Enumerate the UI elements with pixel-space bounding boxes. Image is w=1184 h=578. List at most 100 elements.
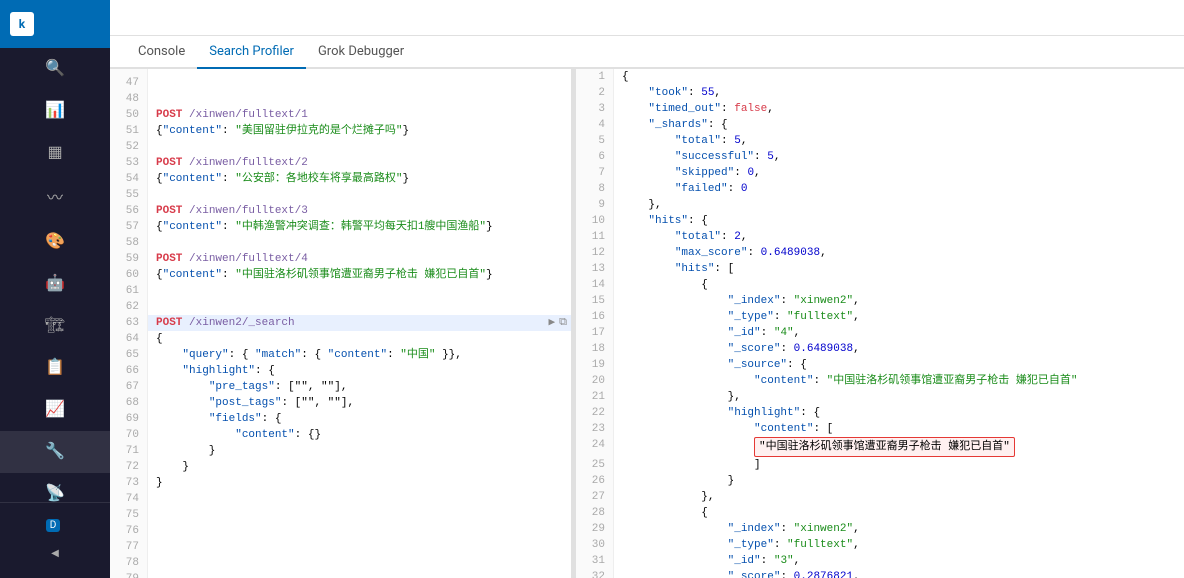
right-line-21: 21 }, [576,389,1184,405]
line-text: "_id": "3", [614,553,1184,569]
tab-search-profiler[interactable]: Search Profiler [197,36,306,69]
line-number: 67 [110,379,148,395]
sidebar-item-dev-tools[interactable]: 🔧 [0,431,110,473]
line-number: 50 [110,107,148,123]
line-number: 24 [576,437,614,457]
sidebar-nav: 🔍 📊 ▦ 〰 🎨 🤖 🏗 📋 [0,48,110,502]
line-text [148,139,567,155]
left-line-47: 47 [110,75,571,91]
line-text: POST /xinwen/fulltext/2 [148,155,567,171]
right-line-26: 26 } [576,473,1184,489]
left-line-75: 75 [110,507,571,523]
line-number: 68 [110,395,148,411]
left-line-63: 63POST /xinwen2/_search▶⧉ [110,315,571,331]
line-number: 71 [110,443,148,459]
copy-icon[interactable]: ⧉ [559,315,567,331]
visualize-icon: 📊 [45,100,65,119]
right-line-23: 23 "content": [ [576,421,1184,437]
line-text: POST /xinwen/fulltext/1 [148,107,567,123]
line-number: 18 [576,341,614,357]
line-number: 4 [576,117,614,133]
topbar [110,0,1184,36]
sidebar-item-dashboard[interactable]: ▦ [0,132,110,174]
line-text [148,283,567,299]
left-panel: 43 }44 }45}46474850POST /xinwen/fulltext… [110,69,572,578]
right-line-13: 13 "hits": [ [576,261,1184,277]
line-text: }, [614,197,1184,213]
sidebar-default-space[interactable]: D [0,511,110,540]
left-line-53: 53POST /xinwen/fulltext/2 [110,155,571,171]
line-text: {"content": "中国驻洛杉矶领事馆遭亚裔男子枪击 嫌犯已自首"} [148,267,567,283]
sidebar-item-discover[interactable]: 🔍 [0,48,110,90]
sidebar-item-timelion[interactable]: 〰 [0,174,110,221]
line-text: "total": 5, [614,133,1184,149]
line-text: "_score": 0.2876821, [614,569,1184,578]
line-number: 48 [110,91,148,107]
line-text [148,187,567,203]
right-line-8: 8 "failed": 0 [576,181,1184,197]
right-line-11: 11 "total": 2, [576,229,1184,245]
right-line-30: 30 "_type": "fulltext", [576,537,1184,553]
line-text: "timed_out": false, [614,101,1184,117]
line-number: 58 [110,235,148,251]
sidebar-item-visualize[interactable]: 📊 [0,90,110,132]
sidebar-logo[interactable]: k [0,0,110,48]
line-text: {"content": "中韩渔警冲突调查：韩警平均每天扣1艘中国渔船"} [148,219,567,235]
line-number: 3 [576,101,614,117]
right-line-31: 31 "_id": "3", [576,553,1184,569]
left-line-78: 78 [110,555,571,571]
right-line-22: 22 "highlight": { [576,405,1184,421]
line-number: 54 [110,171,148,187]
query-editor[interactable]: 43 }44 }45}46474850POST /xinwen/fulltext… [110,69,571,578]
line-text: { [148,331,567,347]
line-number: 1 [576,69,614,85]
tab-grok-debugger[interactable]: Grok Debugger [306,36,416,69]
line-number: 15 [576,293,614,309]
line-text: {"content": "公安部：各地校车将享最高路权"} [148,171,567,187]
line-number: 14 [576,277,614,293]
line-text: "中国驻洛杉矶领事馆遭亚裔男子枪击 嫌犯已自首" [614,437,1184,457]
sidebar-item-apm[interactable]: 📈 [0,389,110,431]
left-line-61: 61 [110,283,571,299]
line-number: 78 [110,555,148,571]
line-number: 29 [576,521,614,537]
line-number: 52 [110,139,148,155]
right-line-18: 18 "_score": 0.6489038, [576,341,1184,357]
right-panel: 1{2 "took": 55,3 "timed_out": false,4 "_… [576,69,1184,578]
left-line-59: 59POST /xinwen/fulltext/4 [110,251,571,267]
sidebar-collapse-button[interactable]: ◀ [0,540,110,570]
line-number: 66 [110,363,148,379]
line-number: 19 [576,357,614,373]
line-text: { [614,505,1184,521]
sidebar-item-machine-learning[interactable]: 🤖 [0,263,110,305]
sidebar-item-canvas[interactable]: 🎨 [0,221,110,263]
left-line-70: 70 "content": {} [110,427,571,443]
right-line-17: 17 "_id": "4", [576,325,1184,341]
run-icon[interactable]: ▶ [549,315,556,331]
left-line-57: 57{"content": "中韩渔警冲突调查：韩警平均每天扣1艘中国渔船"} [110,219,571,235]
line-text: "_type": "fulltext", [614,309,1184,325]
line-text [148,507,567,523]
editor-area: 43 }44 }45}46474850POST /xinwen/fulltext… [110,69,1184,578]
apm-icon: 📈 [45,399,65,418]
line-text: "content": {} [148,427,567,443]
line-text: { [614,69,1184,85]
sidebar-item-infrastructure[interactable]: 🏗 [0,305,110,347]
line-number: 53 [110,155,148,171]
line-number: 59 [110,251,148,267]
line-text: "_id": "4", [614,325,1184,341]
sidebar-item-logs[interactable]: 📋 [0,347,110,389]
left-line-77: 77 [110,539,571,555]
dashboard-icon: ▦ [47,142,62,161]
response-viewer[interactable]: 1{2 "took": 55,3 "timed_out": false,4 "_… [576,69,1184,578]
line-text: } [148,475,567,491]
line-text: "highlight": { [614,405,1184,421]
sidebar-item-monitoring[interactable]: 📡 [0,473,110,502]
tab-console[interactable]: Console [126,36,197,69]
left-line-50: 50POST /xinwen/fulltext/1 [110,107,571,123]
right-line-9: 9 }, [576,197,1184,213]
highlight-result: "中国驻洛杉矶领事馆遭亚裔男子枪击 嫌犯已自首" [754,437,1015,457]
left-line-62: 62 [110,299,571,315]
right-line-20: 20 "content": "中国驻洛杉矶领事馆遭亚裔男子枪击 嫌犯已自首" [576,373,1184,389]
machine-learning-icon: 🤖 [45,273,65,292]
